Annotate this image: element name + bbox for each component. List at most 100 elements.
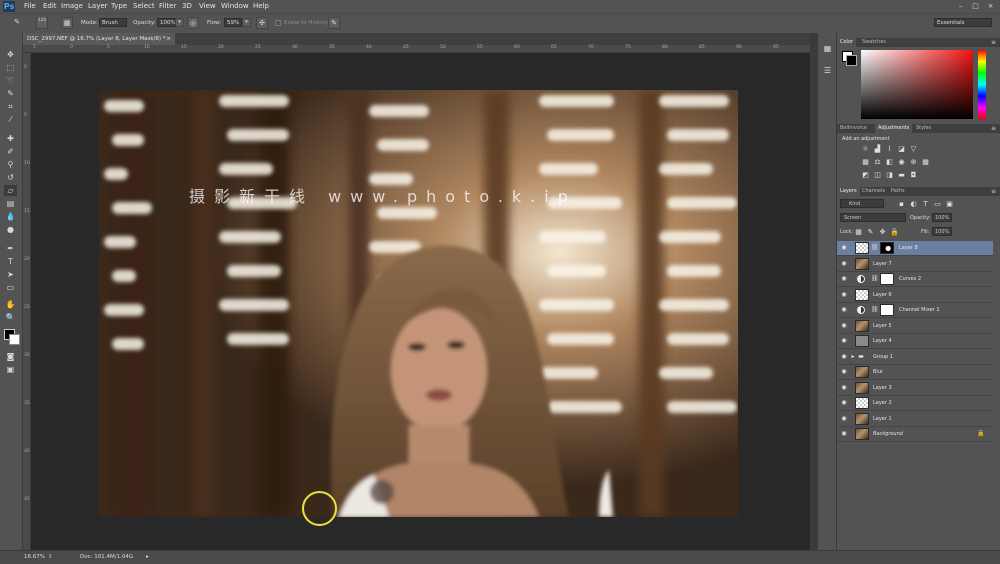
filter-smart-icon[interactable]: ▣: [945, 200, 954, 208]
visibility-eye-icon[interactable]: ◉: [840, 244, 848, 252]
layer-row[interactable]: ◉ Layer 4: [837, 334, 993, 349]
layer-row[interactable]: ◉ Layer 6: [837, 287, 993, 303]
layer-thumbnail[interactable]: [855, 257, 869, 270]
menu-window[interactable]: Window: [221, 0, 249, 13]
clone-stamp-tool-icon[interactable]: ⚲: [4, 159, 17, 170]
menu-help[interactable]: Help: [253, 0, 269, 13]
threshold-icon[interactable]: ◨: [885, 171, 894, 179]
exposure-icon[interactable]: ◪: [897, 145, 906, 153]
tab-color[interactable]: Color: [837, 38, 857, 47]
blend-mode-select[interactable]: Screen: [840, 213, 906, 222]
tab-bellinvoice[interactable]: Bellinvoice: [837, 124, 870, 133]
visibility-eye-icon[interactable]: ◉: [840, 353, 848, 361]
menu-layer[interactable]: Layer: [88, 0, 108, 13]
layer-row[interactable]: ◉ ⛓ Layer 8: [837, 241, 993, 256]
dodge-tool-icon[interactable]: ●: [4, 224, 17, 235]
adjustments-panel-menu-icon[interactable]: ≡: [991, 125, 996, 132]
layer-row[interactable]: ◉ ⛓ Channel Mixer 1: [837, 303, 993, 318]
airbrush-icon[interactable]: ✣: [256, 17, 268, 29]
filter-shape-icon[interactable]: ▭: [933, 200, 942, 208]
filter-type-icon[interactable]: T: [921, 200, 930, 208]
history-panel-icon[interactable]: ▦: [821, 43, 834, 54]
menu-3d[interactable]: 3D: [182, 0, 192, 13]
opacity-field[interactable]: 100%: [157, 18, 176, 27]
flow-field[interactable]: 59%: [224, 18, 242, 27]
eraser-tool-preset-icon[interactable]: ✎: [8, 17, 26, 29]
fill-field[interactable]: 100%: [932, 227, 952, 236]
vertical-scrollbar[interactable]: [810, 33, 818, 550]
visibility-eye-icon[interactable]: ◉: [840, 306, 848, 314]
color-lookup-icon[interactable]: ▦: [921, 158, 930, 166]
color-balance-icon[interactable]: ⚖: [873, 158, 882, 166]
opacity-dropdown[interactable]: ▾: [175, 18, 184, 27]
layer-thumbnail[interactable]: [855, 288, 869, 301]
pen-tool-icon[interactable]: ✒: [4, 243, 17, 254]
lock-position-icon[interactable]: ✥: [878, 228, 887, 236]
brush-preset-picker[interactable]: 125: [36, 17, 48, 29]
invert-icon[interactable]: ◩: [861, 171, 870, 179]
lock-transparent-icon[interactable]: ▦: [854, 228, 863, 236]
visibility-eye-icon[interactable]: ◉: [840, 322, 848, 330]
screen-mode-icon[interactable]: ▣: [4, 364, 17, 375]
layer-row[interactable]: ◉ Blur: [837, 365, 993, 380]
path-select-tool-icon[interactable]: ➤: [4, 269, 17, 280]
visibility-eye-icon[interactable]: ◉: [840, 291, 848, 299]
history-brush-tool-icon[interactable]: ↺: [4, 172, 17, 183]
visibility-eye-icon[interactable]: ◉: [840, 337, 848, 345]
layer-filter-kind[interactable]: Kind: [840, 199, 884, 208]
hue-slider[interactable]: [978, 50, 986, 119]
eraser-tool-icon[interactable]: ▱: [4, 185, 17, 196]
lasso-tool-icon[interactable]: ➰: [4, 75, 17, 86]
brush-panel-icon[interactable]: ▦: [61, 17, 73, 29]
layer-thumbnail[interactable]: [855, 319, 869, 332]
background-color-swatch[interactable]: [9, 334, 20, 345]
pressure-opacity-icon[interactable]: ◎: [187, 17, 199, 29]
tab-layers[interactable]: Layers: [837, 187, 860, 196]
curves-icon[interactable]: ⌇: [885, 145, 894, 153]
gradient-tool-icon[interactable]: ▤: [4, 198, 17, 209]
flow-dropdown[interactable]: ▾: [242, 18, 251, 27]
layer-thumbnail[interactable]: [855, 242, 869, 254]
layer-row[interactable]: ◉ ▸ ▬ Group 1: [837, 349, 993, 365]
hue-saturation-icon[interactable]: ▦: [861, 158, 870, 166]
crop-tool-icon[interactable]: ⌗: [4, 101, 17, 112]
tab-adjustments[interactable]: Adjustments: [875, 124, 913, 133]
menu-file[interactable]: File: [24, 0, 36, 13]
close-tab-icon[interactable]: ×: [166, 33, 171, 45]
levels-icon[interactable]: ▟: [873, 145, 882, 153]
color-panel-menu-icon[interactable]: ≡: [991, 39, 996, 46]
filter-adjustment-icon[interactable]: ◐: [909, 200, 918, 208]
layer-opacity-field[interactable]: 100%: [932, 213, 952, 222]
tab-paths[interactable]: Paths: [888, 187, 908, 196]
color-picker-field[interactable]: [861, 50, 973, 119]
brush-tool-icon[interactable]: ✐: [4, 146, 17, 157]
layer-row[interactable]: ◉ Layer 1: [837, 411, 993, 427]
black-white-icon[interactable]: ◧: [885, 158, 894, 166]
layer-thumbnail[interactable]: [855, 412, 869, 425]
status-export-icon[interactable]: ⇪: [48, 551, 53, 564]
tab-swatches[interactable]: Swatches: [859, 38, 889, 47]
menu-type[interactable]: Type: [111, 0, 127, 13]
type-tool-icon[interactable]: T: [4, 256, 17, 267]
vibrance-icon[interactable]: ▽: [909, 145, 918, 153]
menu-image[interactable]: Image: [61, 0, 83, 13]
lock-image-icon[interactable]: ✎: [866, 228, 875, 236]
selective-color-icon[interactable]: ◘: [909, 171, 918, 179]
quick-select-tool-icon[interactable]: ✎: [4, 88, 17, 99]
mask-link-icon[interactable]: ⛓: [871, 306, 879, 314]
posterize-icon[interactable]: ◫: [873, 171, 882, 179]
lock-all-icon[interactable]: 🔒: [890, 228, 899, 236]
visibility-eye-icon[interactable]: ◉: [840, 368, 848, 376]
hand-tool-icon[interactable]: ✋: [4, 299, 17, 310]
menu-view[interactable]: View: [199, 0, 216, 13]
layer-row[interactable]: ◉ Layer 2: [837, 396, 993, 411]
marquee-tool-icon[interactable]: ⬚: [4, 62, 17, 73]
photo-filter-icon[interactable]: ◉: [897, 158, 906, 166]
mode-select[interactable]: Brush: [99, 18, 127, 27]
visibility-eye-icon[interactable]: ◉: [840, 415, 848, 423]
menu-edit[interactable]: Edit: [43, 0, 57, 13]
zoom-level[interactable]: 16.67%: [24, 551, 45, 564]
brightness-icon[interactable]: ☼: [861, 145, 870, 153]
layer-thumbnail[interactable]: [855, 335, 869, 347]
workspace-select[interactable]: Essentials: [934, 18, 992, 27]
